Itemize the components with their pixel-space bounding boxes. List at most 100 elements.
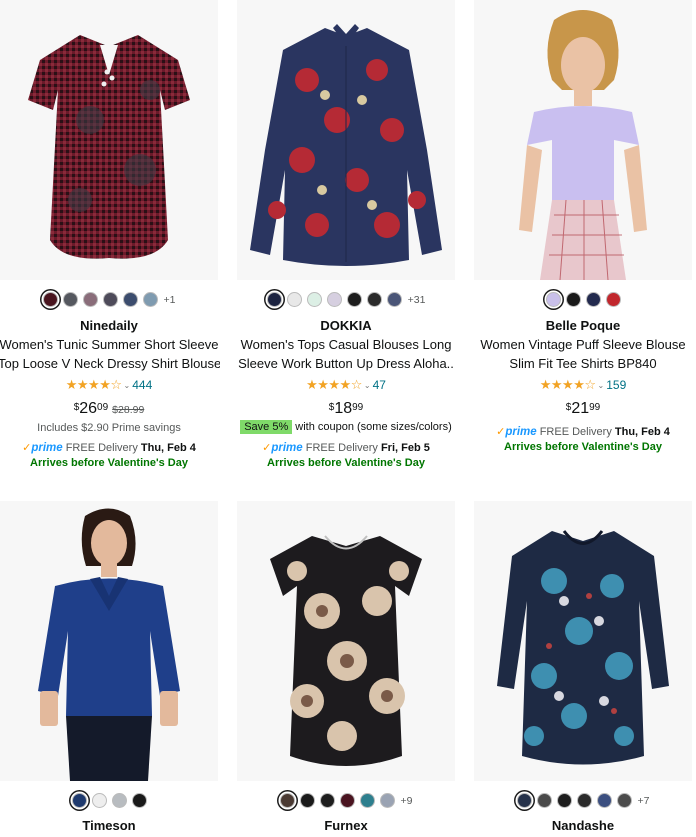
more-colors-link[interactable]: +1 xyxy=(164,294,176,306)
star-rating-icon[interactable]: ★★★★☆ xyxy=(540,377,596,393)
rating[interactable]: ★★★★☆ ⌄ 47 xyxy=(237,377,455,393)
color-swatch[interactable] xyxy=(366,292,382,307)
coupon-text: with coupon (some sizes/colors) xyxy=(295,421,452,433)
price-whole: 21 xyxy=(571,400,590,417)
brand-name: Nandashe xyxy=(551,818,615,833)
arrives-before-text: Arrives before Valentine's Day xyxy=(30,457,188,469)
color-swatch[interactable] xyxy=(279,793,295,808)
chevron-down-icon[interactable]: ⌄ xyxy=(598,381,605,390)
more-colors-link[interactable]: +31 xyxy=(408,294,426,306)
price-fraction: 09 xyxy=(97,402,109,413)
color-swatch[interactable] xyxy=(111,793,127,808)
color-swatch[interactable] xyxy=(299,793,315,808)
prime-check-icon: ✓ xyxy=(22,442,32,454)
color-swatch[interactable] xyxy=(319,793,335,808)
prime-logo: prime xyxy=(505,426,537,438)
delivery-info: ✓prime FREE Delivery Thu, Feb 4 xyxy=(0,441,224,454)
chevron-down-icon[interactable]: ⌄ xyxy=(124,381,131,390)
color-swatch[interactable] xyxy=(142,292,158,307)
color-swatch[interactable] xyxy=(82,292,98,307)
product-title-line-2[interactable]: Slim Fit Tee Shirts BP840 xyxy=(472,354,694,373)
product-image[interactable] xyxy=(237,0,455,280)
price-whole: 26 xyxy=(79,400,98,417)
color-swatch[interactable] xyxy=(339,793,355,808)
list-price: $28.99 xyxy=(112,404,145,416)
color-swatches: +7 xyxy=(474,793,692,808)
prime-logo: prime xyxy=(271,442,303,454)
prime-check-icon: ✓ xyxy=(262,442,272,454)
color-swatch[interactable] xyxy=(565,292,581,307)
color-swatches: +9 xyxy=(237,793,455,808)
color-swatch[interactable] xyxy=(536,793,552,808)
color-swatch[interactable] xyxy=(605,292,621,307)
color-swatch[interactable] xyxy=(576,793,592,808)
color-swatch[interactable] xyxy=(102,292,118,307)
price-fraction: 99 xyxy=(352,402,364,413)
color-swatch[interactable] xyxy=(585,292,601,307)
delivery-label: FREE Delivery xyxy=(305,442,378,454)
more-colors-link[interactable]: +7 xyxy=(638,795,650,807)
color-swatch[interactable] xyxy=(516,793,532,808)
color-swatch[interactable] xyxy=(326,292,342,307)
prime-logo: prime xyxy=(31,442,63,454)
rating-count[interactable]: 47 xyxy=(373,378,386,392)
delivery-label: FREE Delivery xyxy=(65,442,138,454)
color-swatch[interactable] xyxy=(616,793,632,808)
product-title-line-1[interactable]: Women's Tops Casual Blouses Long xyxy=(235,335,457,354)
color-swatch[interactable] xyxy=(286,292,302,307)
color-swatch[interactable] xyxy=(91,793,107,808)
delivery-date: Thu, Feb 4 xyxy=(614,426,670,438)
price-whole: 18 xyxy=(334,400,353,417)
product-title-line-2[interactable]: Sleeve Work Button Up Dress Aloha.. xyxy=(235,354,457,373)
product-image[interactable] xyxy=(0,501,218,781)
arrives-before-text: Arrives before Valentine's Day xyxy=(267,457,425,469)
color-swatch[interactable] xyxy=(122,292,138,307)
color-swatch[interactable] xyxy=(42,292,58,307)
color-swatch[interactable] xyxy=(556,793,572,808)
color-swatches xyxy=(0,793,218,808)
color-swatch[interactable] xyxy=(62,292,78,307)
brand-name: Belle Poque xyxy=(545,318,621,333)
product-image[interactable] xyxy=(237,501,455,781)
product-image[interactable] xyxy=(0,0,218,280)
prime-savings-text: Includes $2.90 Prime savings xyxy=(37,422,181,434)
save-badge: Save 5% xyxy=(240,420,293,434)
more-colors-link[interactable]: +9 xyxy=(401,795,413,807)
rating-count[interactable]: 444 xyxy=(132,378,152,392)
star-rating-icon[interactable]: ★★★★☆ xyxy=(66,377,122,393)
product-image[interactable] xyxy=(474,0,692,280)
coupon-info[interactable]: Save 5% with coupon (some sizes/colors) xyxy=(231,420,461,434)
rating[interactable]: ★★★★☆ ⌄ 159 xyxy=(474,377,692,393)
product-title-line-1[interactable]: Women's Tunic Summer Short Sleeve xyxy=(0,335,220,354)
price[interactable]: $ 18 99 xyxy=(237,400,455,418)
color-swatch[interactable] xyxy=(386,292,402,307)
color-swatch[interactable] xyxy=(131,793,147,808)
delivery-info: ✓prime FREE Delivery Thu, Feb 4 xyxy=(468,425,696,438)
delivery-label: FREE Delivery xyxy=(539,426,612,438)
rating-count[interactable]: 159 xyxy=(606,378,626,392)
star-rating-icon[interactable]: ★★★★☆ xyxy=(306,377,362,393)
delivery-info: ✓prime FREE Delivery Fri, Feb 5 xyxy=(231,441,461,454)
color-swatch[interactable] xyxy=(71,793,87,808)
color-swatches: +1 xyxy=(0,292,218,307)
delivery-date: Fri, Feb 5 xyxy=(380,442,430,454)
price[interactable]: $ 21 99 xyxy=(474,400,692,418)
color-swatch[interactable] xyxy=(306,292,322,307)
product-title-line-1[interactable]: Women Vintage Puff Sleeve Blouse xyxy=(472,335,694,354)
brand-name: Ninedaily xyxy=(80,318,138,333)
color-swatches xyxy=(474,292,692,307)
chevron-down-icon[interactable]: ⌄ xyxy=(364,381,371,390)
color-swatch[interactable] xyxy=(379,793,395,808)
price[interactable]: $ 26 09 $28.99 xyxy=(0,400,218,418)
product-title-line-2[interactable]: Top Loose V Neck Dressy Shirt Blouse xyxy=(0,354,220,373)
color-swatch[interactable] xyxy=(346,292,362,307)
delivery-date: Thu, Feb 4 xyxy=(140,442,196,454)
color-swatch[interactable] xyxy=(266,292,282,307)
color-swatch[interactable] xyxy=(545,292,561,307)
rating[interactable]: ★★★★☆ ⌄ 444 xyxy=(0,377,218,393)
color-swatches: +31 xyxy=(237,292,455,307)
color-swatch[interactable] xyxy=(596,793,612,808)
color-swatch[interactable] xyxy=(359,793,375,808)
product-image[interactable] xyxy=(474,501,692,781)
prime-check-icon: ✓ xyxy=(496,426,506,438)
